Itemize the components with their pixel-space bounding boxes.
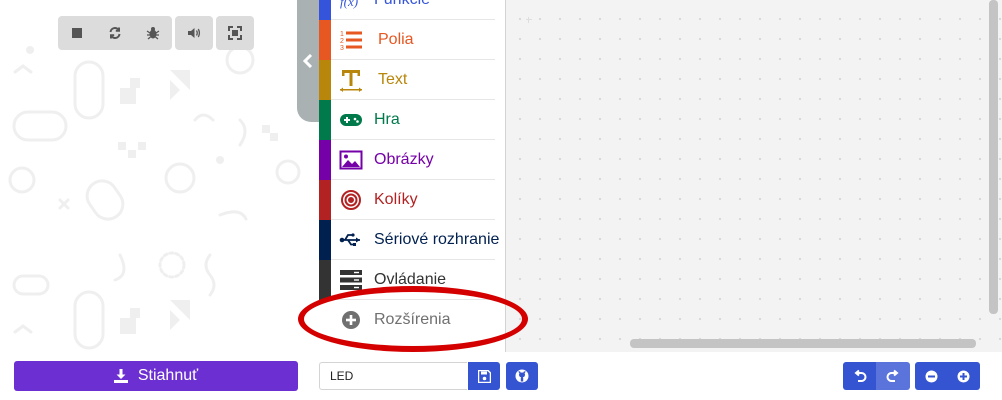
toolbox-item-label: Funkcie [374, 0, 430, 9]
restart-icon [109, 27, 121, 39]
sound-group [175, 16, 213, 50]
category-color [319, 260, 331, 300]
toolbox-item-game[interactable]: Hra [319, 100, 505, 140]
zoom-out-button[interactable] [915, 362, 947, 390]
download-button[interactable]: Stiahnuť [14, 361, 298, 391]
usb-icon [339, 228, 363, 252]
background-pattern [8, 45, 301, 350]
server-icon [339, 268, 363, 292]
gamepad-icon [339, 108, 363, 132]
category-color [319, 60, 331, 100]
toolbox-item-text[interactable]: Text [319, 60, 505, 100]
svg-text:2: 2 [340, 38, 344, 45]
undo-button[interactable] [843, 362, 876, 390]
fullscreen-group [216, 16, 254, 50]
toolbox-item-pins[interactable]: Kolíky [319, 180, 505, 220]
github-button[interactable] [506, 362, 538, 390]
simulator-controls [58, 16, 172, 50]
stop-button[interactable] [58, 16, 96, 50]
svg-text:f(x): f(x) [340, 0, 358, 9]
redo-button[interactable] [876, 362, 910, 390]
redo-icon [886, 369, 899, 382]
category-color [319, 300, 331, 340]
category-color [319, 20, 331, 60]
toolbox: f(x) Funkcie 1 2 3 Polia Text [319, 0, 506, 352]
sound-icon [188, 28, 201, 38]
chevron-left-icon [303, 54, 313, 68]
category-color [319, 220, 331, 260]
zoom-in-icon [957, 370, 970, 382]
download-label: Stiahnuť [137, 367, 199, 384]
category-color [319, 100, 331, 140]
restart-button[interactable] [96, 16, 134, 50]
save-icon [477, 369, 491, 383]
toolbox-item-label: Text [378, 71, 408, 88]
fullscreen-button[interactable] [216, 16, 254, 50]
toolbox-item-label: Hra [374, 111, 400, 128]
svg-text:3: 3 [340, 45, 344, 52]
category-color [319, 0, 331, 20]
horizontal-scrollbar[interactable] [630, 339, 976, 348]
simulator-panel [0, 0, 310, 400]
project-name-input[interactable] [319, 362, 467, 390]
vertical-scrollbar[interactable] [989, 0, 998, 314]
blocks-workspace[interactable] [506, 0, 1002, 352]
download-icon [113, 369, 128, 383]
toolbox-item-label: Polia [378, 31, 414, 48]
zoom-out-icon [925, 370, 937, 382]
simulator-toolbar [58, 16, 254, 50]
svg-text:1: 1 [340, 31, 344, 38]
debug-button[interactable] [134, 16, 172, 50]
collapse-simulator-button[interactable] [297, 0, 319, 122]
toolbox-item-arrays[interactable]: 1 2 3 Polia [319, 20, 505, 60]
fullscreen-icon [228, 26, 242, 40]
toolbox-item-control[interactable]: Ovládanie [319, 260, 505, 300]
list-icon: 1 2 3 [339, 28, 363, 52]
stop-icon [72, 28, 82, 38]
toolbox-item-label: Sériové rozhranie [374, 231, 500, 248]
toolbox-item-serial[interactable]: Sériové rozhranie [319, 220, 505, 260]
workspace-grid [506, 0, 1002, 352]
toolbox-item-functions[interactable]: f(x) Funkcie [319, 0, 505, 20]
undo-icon [853, 369, 866, 382]
function-icon: f(x) [339, 0, 363, 12]
toolbox-item-label: Rozšírenia [374, 311, 451, 328]
toolbox-item-images[interactable]: Obrázky [319, 140, 505, 180]
image-icon [339, 148, 363, 172]
category-color [319, 140, 331, 180]
toolbox-item-label: Kolíky [374, 191, 418, 208]
github-icon [515, 369, 529, 383]
sound-button[interactable] [175, 16, 213, 50]
zoom-in-button[interactable] [947, 362, 980, 390]
save-button[interactable] [468, 362, 500, 390]
text-icon [339, 68, 363, 92]
plus-circle-icon [339, 308, 363, 332]
toolbox-item-label: Ovládanie [374, 271, 447, 288]
toolbox-item-extensions[interactable]: Rozšírenia [319, 300, 505, 340]
toolbox-item-label: Obrázky [374, 151, 434, 168]
pin-icon [339, 188, 363, 212]
debug-icon [146, 27, 160, 40]
category-color [319, 180, 331, 220]
